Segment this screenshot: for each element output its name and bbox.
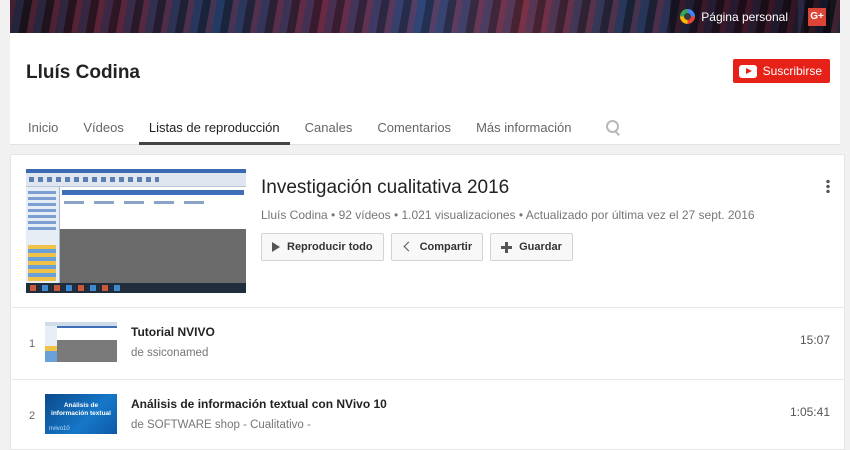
play-icon — [272, 242, 280, 252]
channel-header: Lluís Codina Suscribirse Inicio Vídeos L… — [10, 33, 840, 145]
video-index: 1 — [29, 338, 36, 350]
play-all-button[interactable]: Reproducir todo — [261, 233, 384, 261]
tab-inicio[interactable]: Inicio — [18, 111, 68, 145]
video-title[interactable]: Análisis de información textual con NViv… — [131, 397, 387, 411]
thumb-window-content — [57, 326, 117, 340]
youtube-play-icon — [738, 64, 757, 78]
thumb-sidebar — [26, 187, 60, 283]
channel-name[interactable]: Lluís Codina — [26, 62, 140, 84]
share-label: Compartir — [419, 241, 473, 253]
personal-page-link[interactable]: Página personal — [670, 0, 798, 33]
playlist-actions: Reproducir todo Compartir Guardar — [261, 233, 573, 261]
google-plus-icon: G+ — [808, 7, 826, 26]
video-index: 2 — [29, 410, 36, 422]
channel-tabs: Inicio Vídeos Listas de reproducción Can… — [18, 111, 620, 145]
more-options-icon[interactable] — [826, 179, 830, 193]
play-all-label: Reproducir todo — [287, 241, 373, 253]
thumb-toolbar — [26, 173, 246, 187]
video-author[interactable]: de SOFTWARE shop - Cualitativo - — [131, 419, 311, 431]
banner-links: Página personal G+ — [670, 0, 830, 33]
share-button[interactable]: Compartir — [390, 233, 484, 261]
thumb-caption: Análisis de información textual — [51, 402, 111, 417]
search-icon[interactable] — [606, 120, 620, 134]
google-plus-link[interactable]: G+ — [804, 0, 830, 33]
video-title[interactable]: Tutorial NVIVO — [131, 325, 215, 339]
chrome-circle-icon — [680, 9, 696, 24]
personal-page-label: Página personal — [701, 9, 788, 24]
channel-banner: Página personal G+ — [10, 0, 840, 33]
plus-icon — [501, 241, 513, 253]
tab-about[interactable]: Más información — [466, 111, 581, 145]
save-label: Guardar — [519, 241, 562, 253]
thumb-document-area — [60, 187, 246, 229]
playlist-meta: Lluís Codina • 92 vídeos • 1.021 visuali… — [261, 208, 755, 222]
video-thumbnail[interactable]: Análisis de información textual nvivo10 — [45, 394, 117, 434]
tab-channels[interactable]: Canales — [295, 111, 363, 145]
tab-comments[interactable]: Comentarios — [367, 111, 461, 145]
share-icon — [402, 242, 413, 252]
subscribe-label: Suscribirse — [762, 64, 822, 78]
subscribe-button[interactable]: Suscribirse — [732, 59, 830, 83]
tab-playlists[interactable]: Listas de reproducción — [138, 111, 290, 145]
playlist-title[interactable]: Investigación cualitativa 2016 — [261, 177, 509, 199]
playlist-video-row[interactable]: 2 Análisis de información textual nvivo1… — [11, 380, 844, 450]
video-duration: 1:05:41 — [789, 405, 830, 419]
playlist-video-row[interactable]: 1 Tutorial NVIVO de ssiconamed 15:07 — [11, 308, 844, 380]
playlist-header: Investigación cualitativa 2016 Lluís Cod… — [11, 155, 844, 308]
thumb-brand: nvivo10 — [49, 426, 70, 432]
thumb-taskbar — [26, 283, 246, 293]
save-button[interactable]: Guardar — [490, 233, 573, 261]
video-thumbnail[interactable] — [45, 322, 117, 362]
playlist-thumbnail[interactable] — [26, 169, 246, 293]
video-duration: 15:07 — [799, 333, 830, 347]
playlist-card: Investigación cualitativa 2016 Lluís Cod… — [10, 154, 845, 450]
tab-videos[interactable]: Vídeos — [73, 111, 133, 145]
video-author[interactable]: de ssiconamed — [131, 347, 208, 359]
